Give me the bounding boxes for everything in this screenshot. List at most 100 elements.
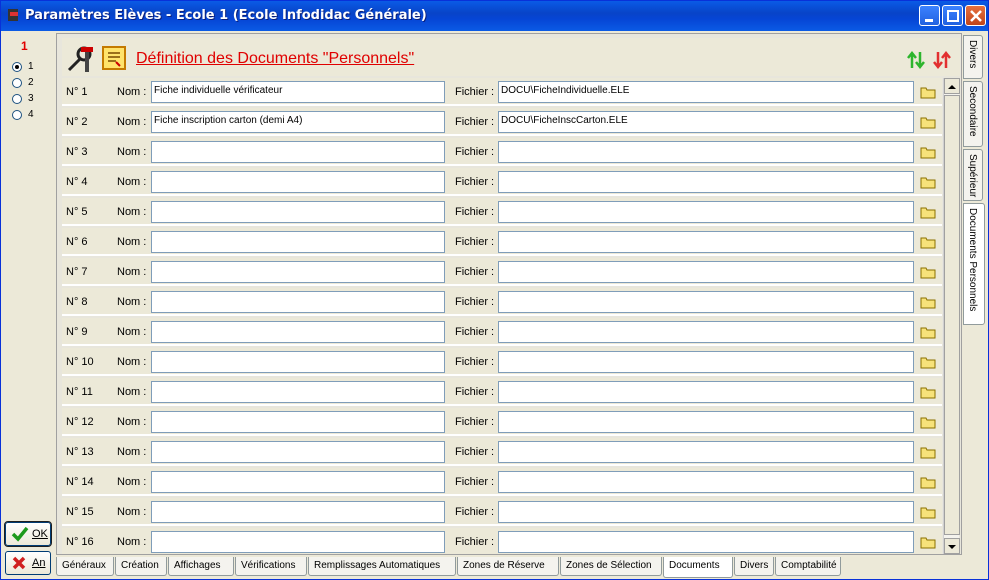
nom-input[interactable] xyxy=(151,351,445,373)
fichier-input[interactable] xyxy=(498,141,914,163)
folder-icon[interactable] xyxy=(920,446,936,459)
bottom-tab-4[interactable]: Vérifications xyxy=(235,557,307,576)
fichier-input[interactable] xyxy=(498,231,914,253)
sort-red-icon[interactable] xyxy=(932,50,952,70)
vertical-scrollbar[interactable] xyxy=(943,78,960,554)
bottom-tab-6[interactable]: Zones de Réserve xyxy=(457,557,559,576)
bottom-tab-7[interactable]: Zones de Sélection xyxy=(560,557,662,576)
folder-icon[interactable] xyxy=(920,176,936,189)
fichier-input[interactable] xyxy=(498,201,914,223)
fichier-label: Fichier : xyxy=(455,416,495,428)
folder-icon[interactable] xyxy=(920,386,936,399)
nom-label: Nom : xyxy=(117,206,147,218)
bottom-tab-label: Comptabilité xyxy=(781,560,837,571)
nom-input[interactable] xyxy=(151,171,445,193)
title-bar[interactable]: Paramètres Elèves - Ecole 1 (Ecole Infod… xyxy=(1,1,988,31)
nom-input[interactable] xyxy=(151,441,445,463)
page-title: Définition des Documents "Personnels" xyxy=(136,50,415,67)
nom-input[interactable] xyxy=(151,531,445,553)
bottom-tab-label: Création xyxy=(121,560,159,571)
scroll-up-button[interactable] xyxy=(944,78,960,94)
folder-icon[interactable] xyxy=(920,146,936,159)
folder-icon[interactable] xyxy=(920,116,936,129)
fichier-input[interactable] xyxy=(498,471,914,493)
folder-icon[interactable] xyxy=(920,416,936,429)
folder-icon[interactable] xyxy=(920,236,936,249)
nom-input[interactable] xyxy=(151,381,445,403)
window-title: Paramètres Elèves - Ecole 1 (Ecole Infod… xyxy=(25,8,427,23)
bottom-tab-9[interactable]: Divers xyxy=(734,557,774,576)
folder-icon[interactable] xyxy=(920,536,936,549)
fichier-input[interactable] xyxy=(498,441,914,463)
row-number: N° 5 xyxy=(66,206,88,218)
bottom-tab-1[interactable]: Généraux xyxy=(56,557,114,576)
radio-option-4[interactable]: 4 xyxy=(12,109,52,123)
fichier-input[interactable]: DOCU\FicheInscCarton.ELE xyxy=(498,111,914,133)
nom-input[interactable]: Fiche individuelle vérificateur xyxy=(151,81,445,103)
fichier-input[interactable] xyxy=(498,381,914,403)
fichier-input[interactable] xyxy=(498,531,914,553)
nom-input[interactable] xyxy=(151,201,445,223)
fichier-input[interactable] xyxy=(498,411,914,433)
folder-icon[interactable] xyxy=(920,326,936,339)
side-tab-3[interactable]: Supérieur xyxy=(963,149,983,201)
document-row: N° 10 Nom : Fichier : xyxy=(62,348,942,376)
folder-icon[interactable] xyxy=(920,356,936,369)
radio-circle[interactable] xyxy=(12,94,22,104)
minimize-icon xyxy=(925,19,933,22)
side-tab-2[interactable]: Secondaire xyxy=(963,81,983,147)
fichier-input[interactable]: DOCU\FicheIndividuelle.ELE xyxy=(498,81,914,103)
bottom-tab-2[interactable]: Création xyxy=(115,557,167,576)
bottom-tab-10[interactable]: Comptabilité xyxy=(775,557,841,576)
radio-option-3[interactable]: 3 xyxy=(12,93,52,107)
sort-green-icon[interactable] xyxy=(906,50,926,70)
nom-input[interactable] xyxy=(151,501,445,523)
side-tab-1[interactable]: Divers xyxy=(963,35,983,79)
nom-input[interactable] xyxy=(151,321,445,343)
nom-label: Nom : xyxy=(117,476,147,488)
folder-icon[interactable] xyxy=(920,476,936,489)
nom-label: Nom : xyxy=(117,176,147,188)
scroll-thumb[interactable] xyxy=(944,95,960,535)
nom-input[interactable] xyxy=(151,261,445,283)
ok-label: OK xyxy=(32,528,48,540)
nom-input[interactable]: Fiche inscription carton (demi A4) xyxy=(151,111,445,133)
bottom-tab-3[interactable]: Affichages xyxy=(168,557,234,576)
side-tab-4[interactable]: Documents Personnels xyxy=(963,203,985,325)
cancel-label: An xyxy=(32,557,46,569)
close-button[interactable] xyxy=(965,5,986,26)
fichier-input[interactable] xyxy=(498,171,914,193)
radio-option-2[interactable]: 2 xyxy=(12,77,52,91)
nom-input[interactable] xyxy=(151,471,445,493)
fichier-input[interactable] xyxy=(498,321,914,343)
radio-circle[interactable] xyxy=(12,78,22,88)
cancel-button[interactable]: An xyxy=(5,551,51,575)
fichier-label: Fichier : xyxy=(455,326,495,338)
scroll-down-button[interactable] xyxy=(944,538,960,554)
nom-input[interactable] xyxy=(151,291,445,313)
folder-icon[interactable] xyxy=(920,296,936,309)
fichier-input[interactable] xyxy=(498,351,914,373)
nom-label: Nom : xyxy=(117,326,147,338)
radio-circle[interactable] xyxy=(12,110,22,120)
nom-input[interactable] xyxy=(151,231,445,253)
bottom-tab-8[interactable]: Documents xyxy=(663,557,733,578)
side-tab-label: Documents Personnels xyxy=(967,208,978,312)
bottom-tab-5[interactable]: Remplissages Automatiques xyxy=(308,557,456,576)
folder-icon[interactable] xyxy=(920,86,936,99)
nom-input[interactable] xyxy=(151,411,445,433)
nom-input[interactable] xyxy=(151,141,445,163)
maximize-button[interactable] xyxy=(942,5,963,26)
document-icon xyxy=(102,46,126,70)
folder-icon[interactable] xyxy=(920,506,936,519)
ok-button[interactable]: OK xyxy=(4,521,52,547)
radio-circle[interactable] xyxy=(12,62,22,72)
fichier-input[interactable] xyxy=(498,501,914,523)
minimize-button[interactable] xyxy=(919,5,940,26)
fichier-label: Fichier : xyxy=(455,116,495,128)
fichier-input[interactable] xyxy=(498,261,914,283)
fichier-input[interactable] xyxy=(498,291,914,313)
folder-icon[interactable] xyxy=(920,266,936,279)
radio-option-1[interactable]: 1 xyxy=(12,61,52,75)
folder-icon[interactable] xyxy=(920,206,936,219)
